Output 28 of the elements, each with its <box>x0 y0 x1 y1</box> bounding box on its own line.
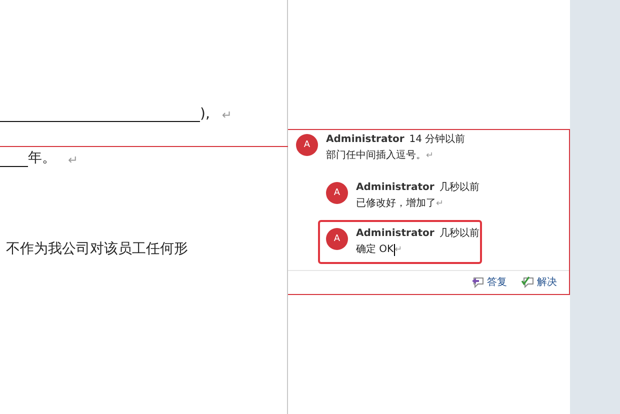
paragraph-mark: ↵ <box>426 150 434 163</box>
comment-time: 几秒以前 <box>439 226 480 241</box>
comment-time: 14 分钟以前 <box>409 132 466 147</box>
comment-text: 部门任中间插入逗号。 <box>326 148 426 163</box>
comment-time: 几秒以前 <box>439 180 480 195</box>
comment-author: Administrator <box>356 227 434 241</box>
paragraph-mark: ↵ <box>68 153 78 167</box>
comment-text: 确定 OK <box>356 242 394 257</box>
reply-icon <box>471 276 484 288</box>
comment-author: Administrator <box>356 181 434 195</box>
document-text: 年。 <box>28 149 56 167</box>
avatar: A <box>326 182 348 204</box>
comment[interactable]: A Administrator 几秒以前 已修改好，增加了↵ <box>318 174 482 218</box>
resolve-icon <box>521 276 534 288</box>
comment-text: 已修改好，增加了 <box>356 196 436 211</box>
avatar: A <box>326 228 348 250</box>
reply-button[interactable]: 答复 <box>471 275 507 289</box>
comment[interactable]: A Administrator 几秒以前 确定 OK↵ <box>318 220 482 264</box>
paragraph-mark: ↵ <box>394 244 402 257</box>
text-cursor <box>394 244 395 256</box>
document-text: 不作为我公司对该员工任何形 <box>6 240 188 258</box>
comment-author: Administrator <box>326 133 404 147</box>
resolve-button[interactable]: 解决 <box>521 275 557 289</box>
paragraph-mark: ↵ <box>436 198 444 211</box>
avatar: A <box>296 134 318 156</box>
document-text: ), <box>200 106 210 122</box>
paragraph-mark: ↵ <box>222 108 232 122</box>
comment[interactable]: A Administrator 14 分钟以前 部门任中间插入逗号。↵ <box>288 130 569 168</box>
